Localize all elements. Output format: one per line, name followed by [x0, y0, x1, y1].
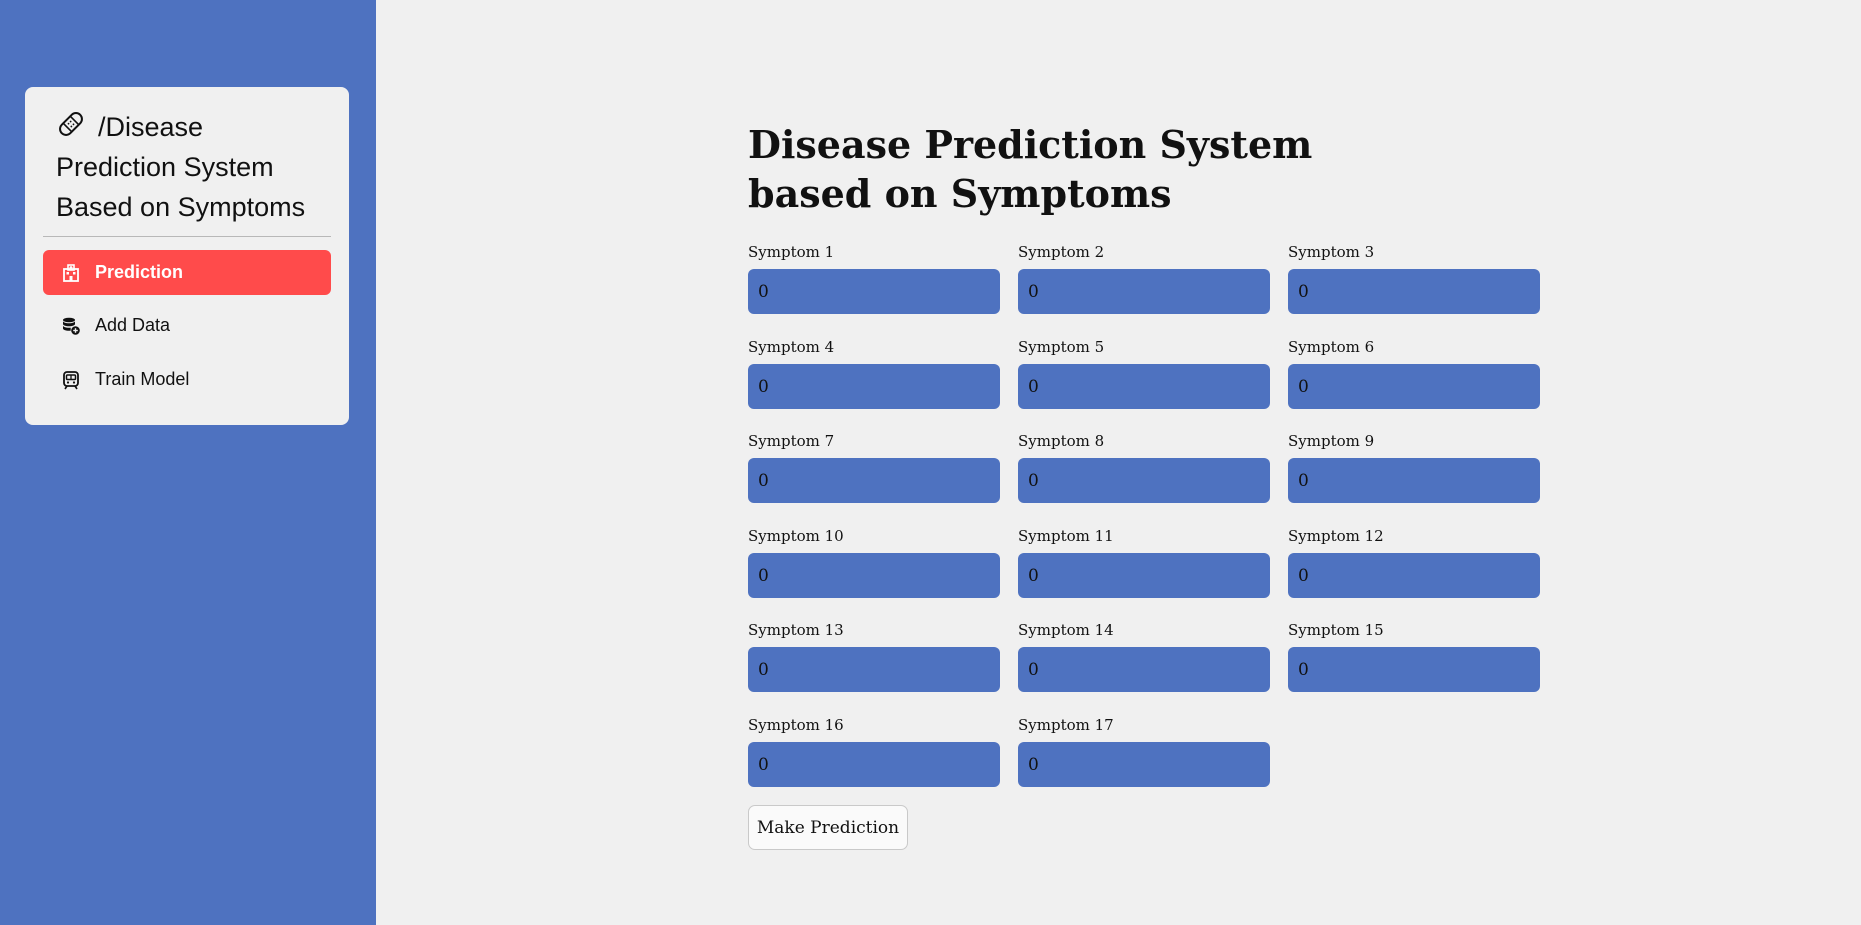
symptom-2-field: Symptom 2	[1018, 242, 1270, 314]
symptom-17-label: Symptom 17	[1018, 716, 1114, 734]
sidebar-divider	[43, 236, 331, 237]
symptom-7-label: Symptom 7	[748, 432, 835, 450]
symptom-1-input[interactable]	[748, 269, 1000, 314]
symptom-4-field: Symptom 4	[748, 337, 1000, 409]
symptom-10-field: Symptom 10	[748, 526, 1000, 598]
symptom-7-field: Symptom 7	[748, 431, 1000, 503]
symptom-16-input[interactable]	[748, 742, 1000, 787]
symptom-13-input[interactable]	[748, 647, 1000, 692]
train-icon	[61, 370, 81, 390]
symptom-6-field: Symptom 6	[1288, 337, 1540, 409]
symptom-16-label: Symptom 16	[748, 716, 844, 734]
symptom-1-label: Symptom 1	[748, 243, 835, 261]
symptom-9-input[interactable]	[1288, 458, 1540, 503]
symptom-16-field: Symptom 16	[748, 715, 1000, 787]
symptom-8-field: Symptom 8	[1018, 431, 1270, 503]
symptom-12-label: Symptom 12	[1288, 527, 1384, 545]
sidebar-item-label: Add Data	[95, 315, 171, 335]
symptom-17-field: Symptom 17	[1018, 715, 1270, 787]
sidebar-item-train-model[interactable]: Train Model	[43, 357, 331, 402]
sidebar-item-add-data[interactable]: Add Data	[43, 303, 331, 348]
make-prediction-button[interactable]: Make Prediction	[748, 805, 908, 850]
symptom-11-input[interactable]	[1018, 553, 1270, 598]
symptom-5-input[interactable]	[1018, 364, 1270, 409]
symptom-5-label: Symptom 5	[1018, 338, 1105, 356]
symptom-14-label: Symptom 14	[1018, 621, 1114, 639]
symptom-1-field: Symptom 1	[748, 242, 1000, 314]
sidebar-item-prediction[interactable]: Prediction	[43, 250, 331, 295]
sidebar-menu-card: /Disease Prediction System Based on Symp…	[25, 87, 349, 425]
symptom-5-field: Symptom 5	[1018, 337, 1270, 409]
symptom-6-label: Symptom 6	[1288, 338, 1375, 356]
sidebar-item-label: Prediction	[95, 262, 184, 282]
symptom-3-field: Symptom 3	[1288, 242, 1540, 314]
symptom-12-input[interactable]	[1288, 553, 1540, 598]
symptom-11-field: Symptom 11	[1018, 526, 1270, 598]
symptom-10-label: Symptom 10	[748, 527, 844, 545]
bandage-icon	[56, 109, 86, 139]
hospital-icon	[61, 263, 81, 283]
database-add-icon	[61, 316, 81, 336]
symptom-15-field: Symptom 15	[1288, 620, 1540, 692]
symptom-13-field: Symptom 13	[748, 620, 1000, 692]
symptom-10-input[interactable]	[748, 553, 1000, 598]
symptom-2-label: Symptom 2	[1018, 243, 1105, 261]
symptom-7-input[interactable]	[748, 458, 1000, 503]
symptom-9-field: Symptom 9	[1288, 431, 1540, 503]
symptom-11-label: Symptom 11	[1018, 527, 1114, 545]
symptom-15-label: Symptom 15	[1288, 621, 1384, 639]
sidebar-item-label: Train Model	[95, 369, 190, 389]
symptom-14-field: Symptom 14	[1018, 620, 1270, 692]
page-title: Disease Prediction System based on Sympt…	[748, 122, 1313, 216]
symptom-14-input[interactable]	[1018, 647, 1270, 692]
symptom-15-input[interactable]	[1288, 647, 1540, 692]
symptom-8-input[interactable]	[1018, 458, 1270, 503]
symptom-17-input[interactable]	[1018, 742, 1270, 787]
symptom-3-label: Symptom 3	[1288, 243, 1375, 261]
symptom-12-field: Symptom 12	[1288, 526, 1540, 598]
sidebar-title-text: /Disease Prediction System Based on Symp…	[56, 112, 306, 222]
symptom-8-label: Symptom 8	[1018, 432, 1105, 450]
symptom-2-input[interactable]	[1018, 269, 1270, 314]
sidebar-title: /Disease Prediction System Based on Symp…	[56, 107, 326, 227]
symptom-9-label: Symptom 9	[1288, 432, 1375, 450]
symptom-4-label: Symptom 4	[748, 338, 835, 356]
symptom-13-label: Symptom 13	[748, 621, 844, 639]
symptom-6-input[interactable]	[1288, 364, 1540, 409]
symptom-4-input[interactable]	[748, 364, 1000, 409]
symptom-3-input[interactable]	[1288, 269, 1540, 314]
sidebar: /Disease Prediction System Based on Symp…	[0, 0, 376, 925]
